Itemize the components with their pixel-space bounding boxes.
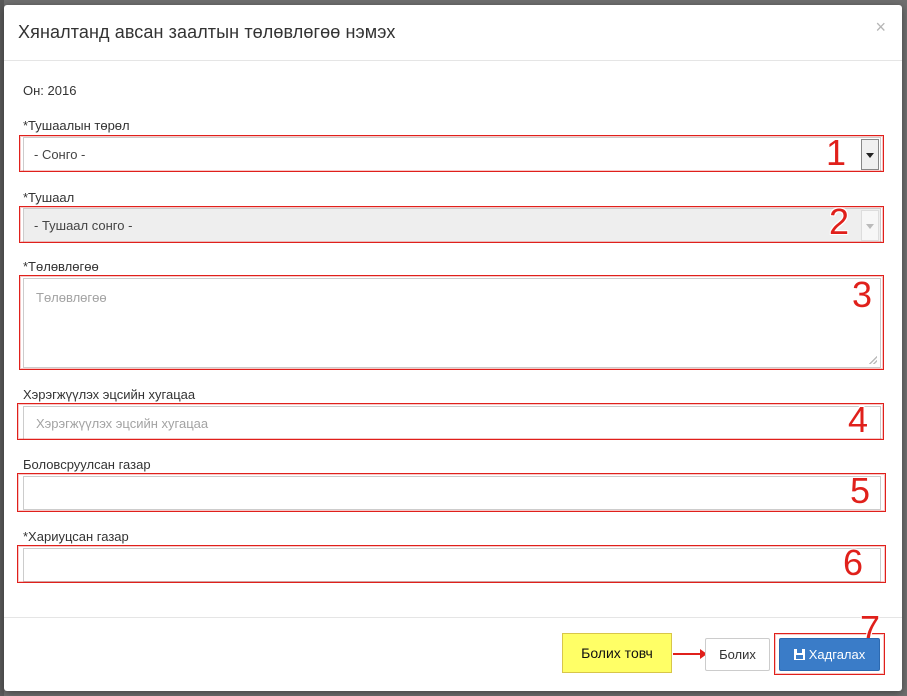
dialog-title: Хяналтанд авсан заалтын төлөвлөгөө нэмэх bbox=[18, 22, 396, 42]
callout-arrow-line bbox=[673, 653, 701, 655]
cancel-button-label: Болих bbox=[719, 647, 756, 662]
responsible-input[interactable] bbox=[23, 548, 881, 582]
prepared-by-label: Боловсруулсан газар bbox=[23, 457, 151, 472]
cancel-callout: Болих товч bbox=[562, 633, 672, 673]
cancel-button[interactable]: Болих bbox=[705, 638, 770, 671]
order-type-label: *Тушаалын төрөл bbox=[23, 118, 130, 133]
save-button[interactable]: Хадгалах bbox=[779, 638, 880, 671]
annotation-number-5: 5 bbox=[850, 470, 871, 511]
dialog-header: Хяналтанд авсан заалтын төлөвлөгөө нэмэх… bbox=[4, 5, 902, 61]
deadline-input[interactable]: Хэрэгжүүлэх эцсийн хугацаа bbox=[23, 406, 881, 440]
floppy-disk-icon bbox=[793, 649, 805, 660]
deadline-label: Хэрэгжүүлэх эцсийн хугацаа bbox=[23, 387, 196, 402]
order-select[interactable]: - Тушаал сонго - bbox=[23, 208, 881, 243]
close-icon[interactable]: × bbox=[875, 17, 886, 38]
annotation-number-6: 6 bbox=[843, 542, 864, 583]
order-label: *Тушаал bbox=[23, 190, 75, 205]
resize-grip-icon[interactable] bbox=[869, 356, 877, 364]
chevron-down-icon[interactable] bbox=[861, 139, 879, 170]
deadline-placeholder: Хэрэгжүүлэх эцсийн хугацаа bbox=[36, 416, 209, 431]
save-button-label: Хадгалах bbox=[808, 647, 866, 662]
responsible-label: *Хариуцсан газар bbox=[23, 529, 129, 544]
order-type-select[interactable]: - Сонго - bbox=[23, 137, 881, 172]
annotation-number-4: 4 bbox=[848, 399, 869, 440]
plan-placeholder: Төлөвлөгөө bbox=[36, 290, 107, 305]
annotation-number-1: 1 bbox=[826, 132, 847, 173]
plan-textarea[interactable]: Төлөвлөгөө bbox=[23, 278, 881, 368]
annotation-number-3: 3 bbox=[852, 274, 873, 315]
chevron-down-icon bbox=[861, 210, 879, 241]
plan-label: *Төлөвлөгөө bbox=[23, 259, 99, 274]
year-label: Он: 2016 bbox=[23, 83, 77, 98]
order-type-value: - Сонго - bbox=[34, 147, 86, 162]
add-plan-dialog: Хяналтанд авсан заалтын төлөвлөгөө нэмэх… bbox=[4, 5, 902, 691]
order-value: - Тушаал сонго - bbox=[34, 218, 133, 233]
prepared-by-input[interactable] bbox=[23, 476, 881, 510]
annotation-number-2: 2 bbox=[829, 201, 850, 242]
